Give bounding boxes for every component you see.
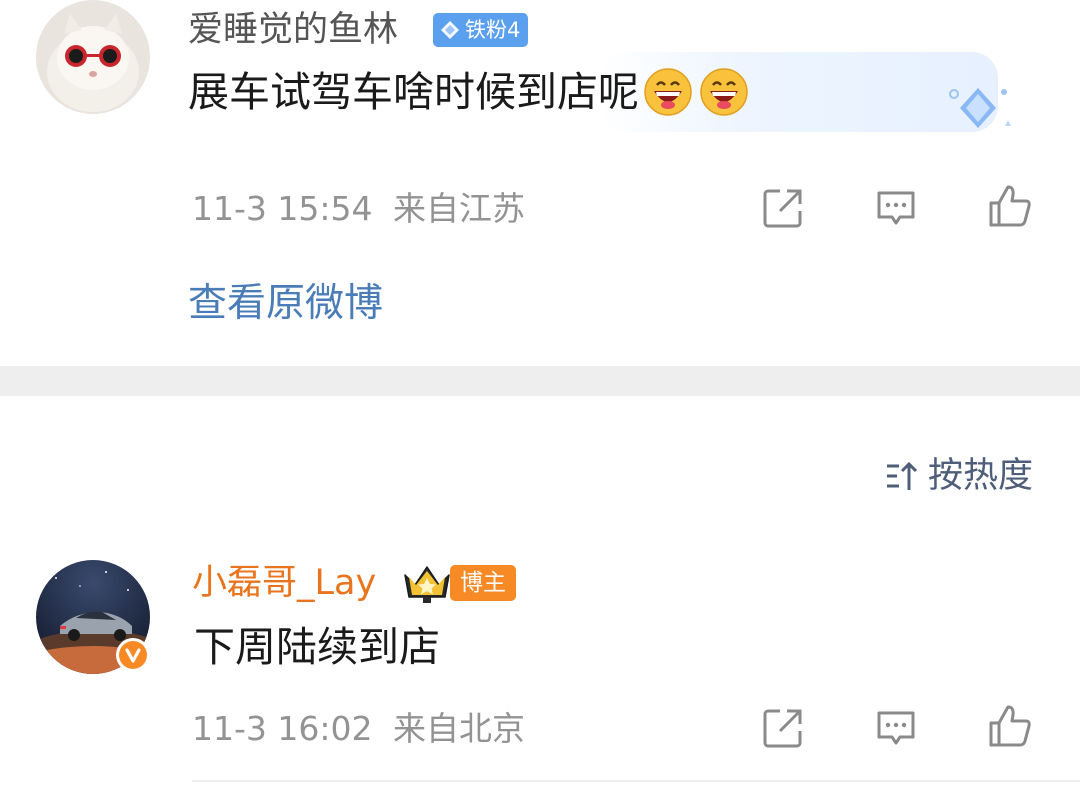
reply-meta: 11-3 16:02 来自北京 [192, 707, 525, 751]
share-icon [763, 189, 802, 228]
reply-time: 11-3 16:02 [192, 709, 373, 748]
comment-button[interactable] [866, 698, 926, 758]
comment-location: 来自江苏 [393, 189, 525, 228]
sort-by-hot-button[interactable]: 按热度 [884, 454, 1033, 498]
reply-location: 来自北京 [393, 709, 525, 748]
host-badge: 博主 [450, 565, 516, 601]
comment-text: 展车试驾车啥时候到店呢 [188, 66, 749, 118]
like-icon [989, 185, 1031, 227]
view-original-link[interactable]: 查看原微博 [188, 279, 383, 329]
like-icon [989, 705, 1031, 747]
reply-username[interactable]: 小磊哥_Lay [192, 561, 376, 605]
comment-meta: 11-3 15:54 来自江苏 [192, 187, 525, 231]
comment-button[interactable] [866, 178, 926, 238]
sort-label: 按热度 [928, 456, 1034, 496]
diamond-icon [441, 21, 459, 39]
fan-badge-label: 铁粉4 [465, 18, 521, 42]
section-divider [0, 366, 1080, 396]
sort-icon [887, 461, 918, 490]
like-button[interactable] [980, 696, 1040, 756]
verified-icon [119, 641, 147, 669]
diamond-decoration-icon [949, 88, 1011, 128]
fan-badge: 铁粉4 [433, 13, 529, 47]
comment-icon [877, 711, 915, 745]
share-button[interactable] [753, 698, 813, 758]
comment-icon [877, 191, 915, 225]
comment-username[interactable]: 爱睡觉的鱼林 [188, 8, 398, 52]
row-divider [192, 780, 1080, 782]
reply-text: 下周陆续到店 [194, 623, 440, 671]
avatar[interactable] [36, 0, 150, 114]
crown-icon [404, 566, 450, 603]
share-icon [763, 709, 802, 748]
grinning-face-icon [644, 68, 692, 116]
cat-avatar-image [36, 0, 150, 114]
comment-time: 11-3 15:54 [192, 189, 373, 228]
verified-badge [116, 638, 150, 672]
like-button[interactable] [980, 176, 1040, 236]
grinning-face-icon [700, 68, 748, 116]
comment-text-body: 展车试驾车啥时候到店呢 [188, 68, 639, 116]
share-button[interactable] [753, 178, 813, 238]
